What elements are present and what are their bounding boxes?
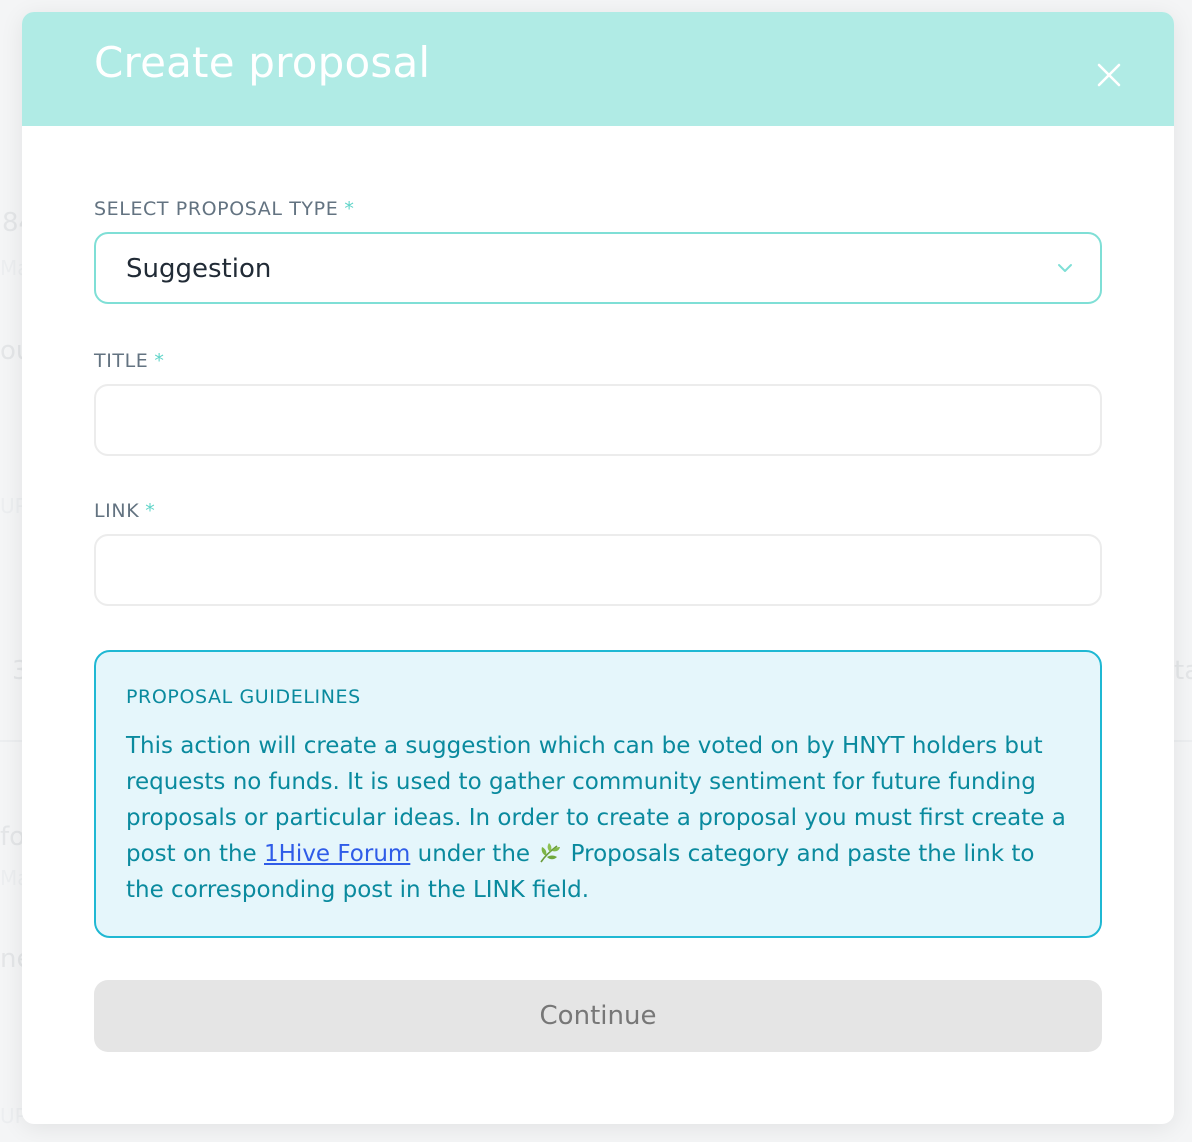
guidelines-text-middle: under the xyxy=(410,841,538,867)
create-proposal-modal: Create proposal SELECT PROPOSAL TYPE * Su… xyxy=(22,12,1174,1124)
continue-button[interactable]: Continue xyxy=(94,980,1102,1052)
proposal-type-select[interactable]: Suggestion xyxy=(94,232,1102,304)
title-label: TITLE * xyxy=(94,350,165,372)
chevron-down-icon xyxy=(1056,260,1074,276)
title-input[interactable] xyxy=(94,384,1102,456)
modal-header: Create proposal xyxy=(22,12,1174,126)
background-fragment: ta xyxy=(1174,656,1192,686)
proposal-guidelines-box: PROPOSAL GUIDELINES This action will cre… xyxy=(94,650,1102,938)
link-label-text: LINK xyxy=(94,500,140,522)
modal-title: Create proposal xyxy=(94,38,431,87)
proposal-type-value: Suggestion xyxy=(126,254,272,284)
required-mark: * xyxy=(145,500,156,522)
proposal-type-label-text: SELECT PROPOSAL TYPE xyxy=(94,198,339,220)
title-label-text: TITLE xyxy=(94,350,149,372)
leaf-icon xyxy=(537,840,563,864)
guidelines-text: This action will create a suggestion whi… xyxy=(126,728,1076,908)
close-icon[interactable] xyxy=(1094,60,1124,90)
guidelines-title: PROPOSAL GUIDELINES xyxy=(126,686,361,708)
forum-link[interactable]: 1Hive Forum xyxy=(264,841,410,867)
link-input[interactable] xyxy=(94,534,1102,606)
proposal-type-label: SELECT PROPOSAL TYPE * xyxy=(94,198,354,220)
required-mark: * xyxy=(344,198,355,220)
link-label: LINK * xyxy=(94,500,155,522)
required-mark: * xyxy=(154,350,165,372)
